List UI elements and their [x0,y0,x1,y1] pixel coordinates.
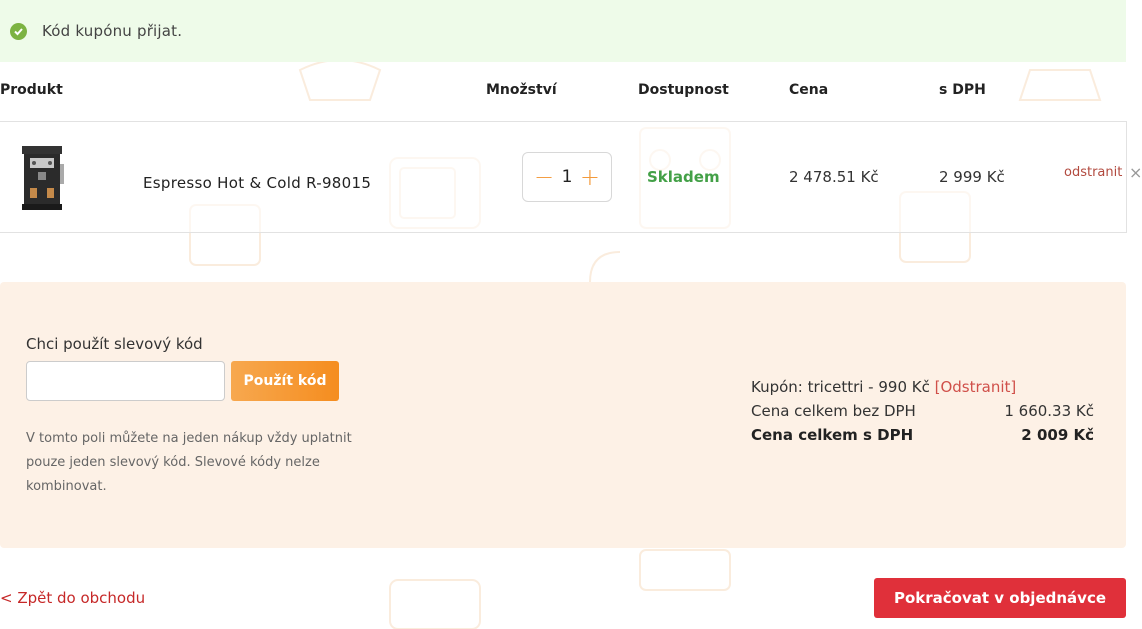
total-value: 2 009 Kč [1021,426,1094,444]
back-to-shop-link[interactable]: < Zpět do obchodu [0,589,145,607]
availability-status: Skladem [647,168,720,186]
check-circle-icon [10,22,27,40]
item-price-vat: 2 999 Kč [939,168,1005,186]
close-icon[interactable]: × [1129,163,1142,182]
item-price: 2 478.51 Kč [789,168,879,186]
quantity-value[interactable]: 1 [562,167,573,187]
summary-coupon-line: Kupón: tricettri - 990 Kč [Odstranit] [751,378,1094,402]
quantity-minus-button[interactable]: − [534,165,554,189]
quantity-stepper[interactable]: − 1 + [522,152,612,202]
header-product: Produkt [0,82,63,98]
continue-order-button[interactable]: Pokračovat v objednávce [874,578,1126,618]
summary-coupon-text: Kupón: tricettri - 990 Kč [751,378,930,396]
apply-coupon-button[interactable]: Použít kód [231,361,339,401]
summary-total-line: Cena celkem s DPH 2 009 Kč [751,426,1094,450]
coupon-summary-panel: Chci použít slevový kód Použít kód V tom… [0,282,1126,548]
header-price: Cena [789,82,829,98]
alert-message: Kód kupónu přijat. [42,22,183,40]
remove-item-link[interactable]: odstranit [1064,165,1122,180]
quantity-plus-button[interactable]: + [580,165,600,189]
subtotal-label: Cena celkem bez DPH [751,402,916,420]
product-thumbnail[interactable] [18,144,66,212]
cart-item-row: Espresso Hot & Cold R-98015 − 1 + Sklade… [0,121,1142,233]
total-label: Cena celkem s DPH [751,426,914,444]
coupon-note: V tomto poli můžete na jeden nákup vždy … [26,431,352,494]
header-price-vat: s DPH [939,82,986,98]
order-summary: Kupón: tricettri - 990 Kč [Odstranit] Ce… [751,378,1094,450]
coupon-input[interactable] [26,361,225,401]
remove-coupon-link[interactable]: [Odstranit] [935,378,1017,396]
coupon-label: Chci použít slevový kód [26,335,203,353]
header-quantity: Množství [486,82,557,98]
subtotal-value: 1 660.33 Kč [1004,402,1094,420]
summary-subtotal-line: Cena celkem bez DPH 1 660.33 Kč [751,402,1094,426]
cart-table-header: Produkt Množství Dostupnost Cena s DPH [0,82,1126,102]
coupon-success-alert: Kód kupónu přijat. [0,0,1126,62]
product-name[interactable]: Espresso Hot & Cold R-98015 [143,174,371,192]
header-availability: Dostupnost [638,82,729,98]
